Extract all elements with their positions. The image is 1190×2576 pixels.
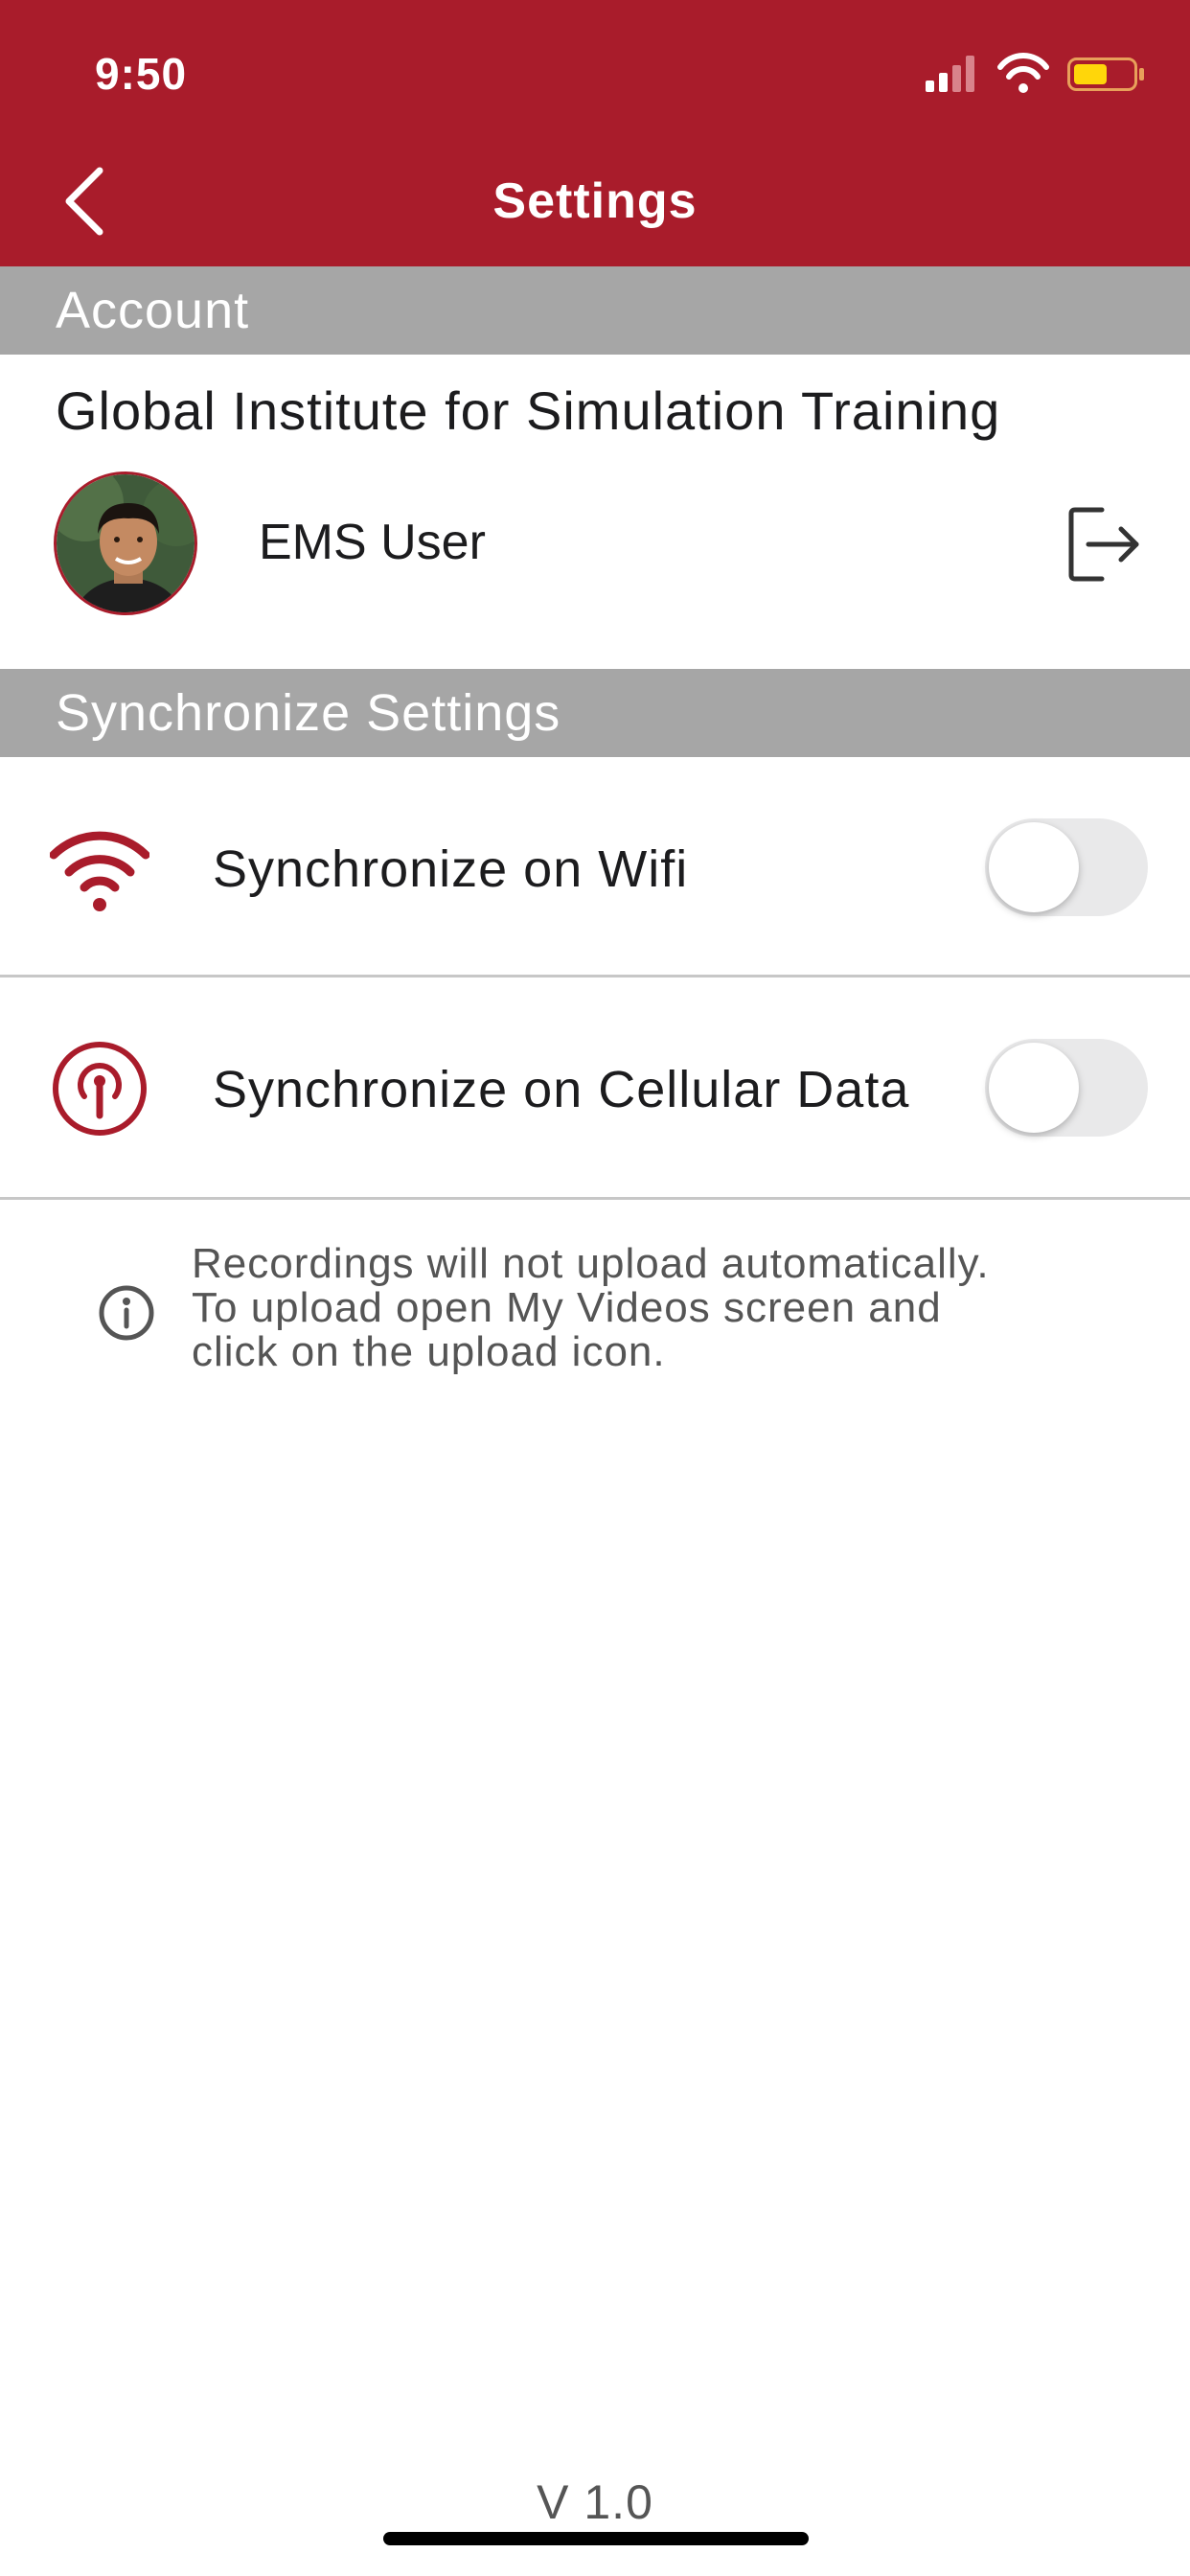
battery-icon [1067, 58, 1144, 91]
toggle-knob [989, 1043, 1079, 1133]
logout-icon[interactable] [1065, 504, 1142, 585]
wifi-icon [50, 831, 149, 911]
page-title: Settings [492, 173, 698, 229]
section-header-account: Account [0, 266, 1190, 355]
status-time: 9:50 [95, 49, 188, 99]
user-name: EMS User [259, 515, 486, 570]
info-icon [99, 1285, 154, 1341]
section-header-sync: Synchronize Settings [0, 669, 1190, 757]
info-line-3: click on the upload icon. [192, 1328, 666, 1375]
sync-wifi-row: Synchronize on Wifi [0, 757, 1190, 978]
home-indicator [383, 2532, 809, 2545]
cellular-antenna-icon [53, 1042, 147, 1136]
toggle-knob [989, 822, 1079, 912]
avatar [54, 472, 197, 615]
app-version: V 1.0 [537, 2475, 653, 2529]
sync-cellular-row: Synchronize on Cellular Data [0, 979, 1190, 1200]
organization-name: Global Institute for Simulation Training [56, 380, 1001, 441]
info-line-2: To upload open My Videos screen and [192, 1284, 942, 1331]
sync-wifi-toggle[interactable] [985, 818, 1148, 916]
signal-icon [926, 56, 974, 92]
status-icons [926, 53, 1144, 93]
sync-cellular-label: Synchronize on Cellular Data [213, 1061, 910, 1118]
upload-info-text: Recordings will not upload automatically… [192, 1242, 1131, 1374]
sync-cellular-toggle[interactable] [985, 1039, 1148, 1137]
wifi-status-icon [997, 53, 1049, 93]
sync-wifi-label: Synchronize on Wifi [213, 840, 689, 898]
app-header: 9:50 Settings [0, 0, 1190, 266]
info-line-1: Recordings will not upload automatically… [192, 1240, 990, 1287]
